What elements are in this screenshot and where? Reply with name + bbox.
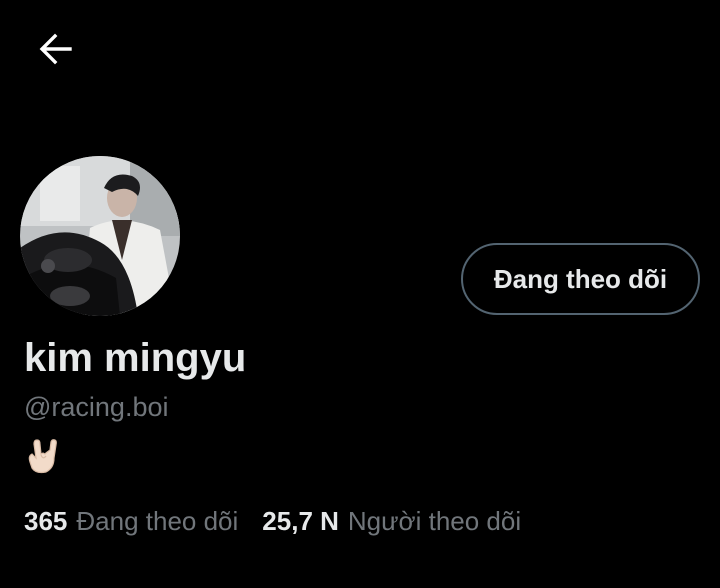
following-button[interactable]: Đang theo dõi [461, 243, 700, 315]
following-label: Đang theo dõi [76, 506, 239, 536]
followers-stat[interactable]: 25,7 N Người theo dõi [262, 506, 521, 537]
profile-stats: 365 Đang theo dõi 25,7 N Người theo dõi [24, 506, 521, 537]
followers-count: 25,7 N [262, 506, 339, 536]
followers-label: Người theo dõi [347, 506, 522, 536]
following-stat[interactable]: 365 Đang theo dõi [24, 506, 238, 537]
arrow-left-icon [39, 33, 72, 65]
username-handle: @racing.boi [24, 392, 169, 422]
following-count: 365 [24, 506, 68, 536]
following-button-label: Đang theo dõi [493, 263, 668, 294]
display-name: kim mingyu [24, 336, 247, 380]
avatar[interactable] [20, 156, 180, 316]
back-button[interactable] [30, 26, 82, 72]
rock-on-hand-emoji-icon [28, 439, 57, 474]
profile-photo [20, 156, 180, 316]
bio [24, 436, 64, 476]
